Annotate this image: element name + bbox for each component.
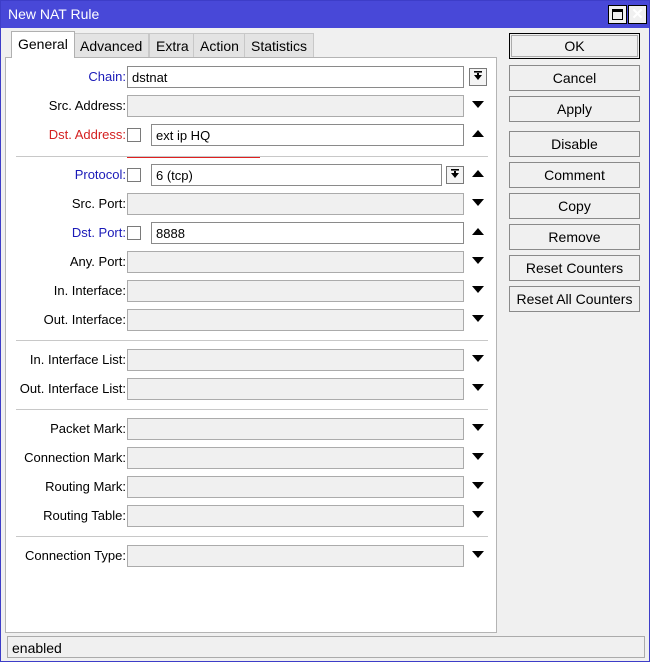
connection-type-row: Connection Type: xyxy=(6,545,496,567)
routing-mark-field[interactable] xyxy=(127,476,464,498)
maximize-button[interactable] xyxy=(608,5,627,24)
chain-row: Chain: dstnat xyxy=(6,66,496,88)
src-address-label: Src. Address: xyxy=(48,98,126,113)
dst-address-label: Dst. Address: xyxy=(48,127,126,142)
tab-action[interactable]: Action xyxy=(193,33,246,58)
dst-address-field[interactable]: ext ip HQ xyxy=(151,124,464,146)
dst-port-negate-checkbox[interactable] xyxy=(127,226,141,240)
expand-down-icon[interactable] xyxy=(472,355,484,363)
tab-advanced[interactable]: Advanced xyxy=(73,33,150,58)
copy-button[interactable]: Copy xyxy=(509,193,640,219)
src-port-label: Src. Port: xyxy=(71,196,126,211)
expand-down-icon[interactable] xyxy=(472,424,484,432)
expand-down-icon[interactable] xyxy=(472,101,484,109)
tab-extra[interactable]: Extra xyxy=(149,33,196,58)
in-interface-field[interactable] xyxy=(127,280,464,302)
expand-down-icon[interactable] xyxy=(472,257,484,265)
dst-port-label: Dst. Port: xyxy=(71,225,126,240)
src-port-row: Src. Port: xyxy=(6,193,496,215)
chain-dropdown-button[interactable] xyxy=(469,68,487,86)
expand-down-icon[interactable] xyxy=(472,482,484,490)
apply-button[interactable]: Apply xyxy=(509,96,640,122)
expand-down-icon[interactable] xyxy=(472,511,484,519)
protocol-row: Protocol: 6 (tcp) xyxy=(6,164,496,186)
ok-button[interactable]: OK xyxy=(509,33,640,59)
tab-statistics[interactable]: Statistics xyxy=(244,33,315,58)
expand-down-icon[interactable] xyxy=(472,315,484,323)
separator xyxy=(16,536,488,537)
connection-mark-label: Connection Mark: xyxy=(24,450,126,465)
in-interface-list-row: In. Interface List: xyxy=(6,349,496,371)
connection-type-field[interactable] xyxy=(127,545,464,567)
packet-mark-label: Packet Mark: xyxy=(50,421,126,436)
expand-down-icon[interactable] xyxy=(472,551,484,559)
collapse-up-icon[interactable] xyxy=(472,228,484,236)
dropdown-arrow-icon xyxy=(451,169,459,178)
disable-button[interactable]: Disable xyxy=(509,131,640,157)
any-port-label: Any. Port: xyxy=(69,254,126,269)
maximize-icon xyxy=(612,9,623,20)
general-tab-panel: Chain: dstnat Src. Address: Dst. Address… xyxy=(5,57,497,633)
separator xyxy=(16,340,488,341)
close-icon: ✕ xyxy=(631,6,644,23)
remove-button[interactable]: Remove xyxy=(509,224,640,250)
dst-port-row: Dst. Port: 8888 xyxy=(6,222,496,244)
expand-down-icon[interactable] xyxy=(472,453,484,461)
routing-mark-label: Routing Mark: xyxy=(45,479,126,494)
routing-table-row: Routing Table: xyxy=(6,505,496,527)
routing-mark-row: Routing Mark: xyxy=(6,476,496,498)
protocol-label: Protocol: xyxy=(74,167,126,182)
nat-rule-window: New NAT Rule ✕ General Advanced Extra Ac… xyxy=(0,0,650,662)
routing-table-label: Routing Table: xyxy=(43,508,126,523)
protocol-negate-checkbox[interactable] xyxy=(127,168,141,182)
in-interface-list-field[interactable] xyxy=(127,349,464,371)
packet-mark-field[interactable] xyxy=(127,418,464,440)
reset-counters-button[interactable]: Reset Counters xyxy=(509,255,640,281)
cancel-button[interactable]: Cancel xyxy=(509,65,640,91)
expand-down-icon[interactable] xyxy=(472,286,484,294)
in-interface-row: In. Interface: xyxy=(6,280,496,302)
close-button[interactable]: ✕ xyxy=(628,5,647,24)
separator xyxy=(16,409,488,410)
out-interface-list-label: Out. Interface List: xyxy=(19,381,126,396)
protocol-dropdown-button[interactable] xyxy=(446,166,464,184)
dst-port-field[interactable]: 8888 xyxy=(151,222,464,244)
out-interface-field[interactable] xyxy=(127,309,464,331)
connection-mark-row: Connection Mark: xyxy=(6,447,496,469)
chain-select[interactable]: dstnat xyxy=(127,66,464,88)
routing-table-field[interactable] xyxy=(127,505,464,527)
any-port-field[interactable] xyxy=(127,251,464,273)
src-port-field[interactable] xyxy=(127,193,464,215)
packet-mark-row: Packet Mark: xyxy=(6,418,496,440)
out-interface-list-field[interactable] xyxy=(127,378,464,400)
comment-button[interactable]: Comment xyxy=(509,162,640,188)
dropdown-arrow-icon xyxy=(474,71,482,80)
tab-general[interactable]: General xyxy=(11,31,75,58)
src-address-field[interactable] xyxy=(127,95,464,117)
title-bar[interactable]: New NAT Rule ✕ xyxy=(1,1,649,28)
collapse-up-icon[interactable] xyxy=(472,170,484,178)
out-interface-label: Out. Interface: xyxy=(43,312,126,327)
expand-down-icon[interactable] xyxy=(472,384,484,392)
protocol-select[interactable]: 6 (tcp) xyxy=(151,164,442,186)
out-interface-list-row: Out. Interface List: xyxy=(6,378,496,400)
collapse-up-icon[interactable] xyxy=(472,130,484,138)
reset-all-counters-button[interactable]: Reset All Counters xyxy=(509,286,640,312)
dst-address-row: Dst. Address: ext ip HQ xyxy=(6,124,496,146)
window-title: New NAT Rule xyxy=(8,6,100,22)
in-interface-list-label: In. Interface List: xyxy=(29,352,126,367)
expand-down-icon[interactable] xyxy=(472,199,484,207)
src-address-row: Src. Address: xyxy=(6,95,496,117)
connection-type-label: Connection Type: xyxy=(25,548,126,563)
out-interface-row: Out. Interface: xyxy=(6,309,496,331)
dst-address-negate-checkbox[interactable] xyxy=(127,128,141,142)
chain-label: Chain: xyxy=(88,69,126,84)
in-interface-label: In. Interface: xyxy=(53,283,126,298)
separator xyxy=(16,156,488,157)
any-port-row: Any. Port: xyxy=(6,251,496,273)
connection-mark-field[interactable] xyxy=(127,447,464,469)
status-bar: enabled xyxy=(7,636,645,658)
